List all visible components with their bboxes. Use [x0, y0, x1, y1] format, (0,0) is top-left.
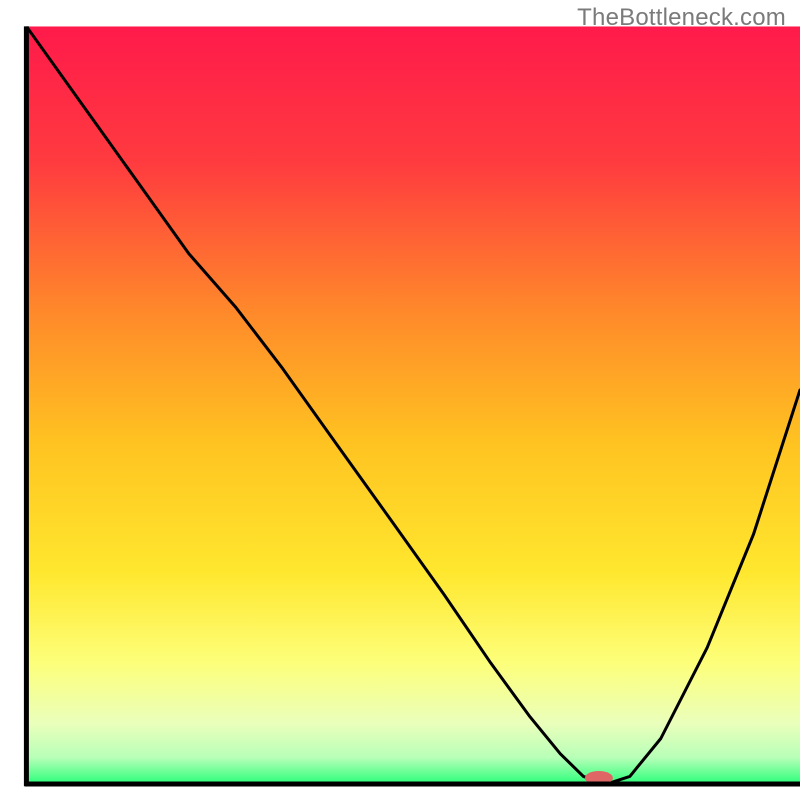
bottleneck-chart	[0, 0, 800, 800]
plot-area	[26, 26, 800, 785]
watermark-text: TheBottleneck.com	[577, 4, 786, 32]
gradient-background	[26, 26, 800, 784]
chart-container: TheBottleneck.com	[0, 0, 800, 800]
